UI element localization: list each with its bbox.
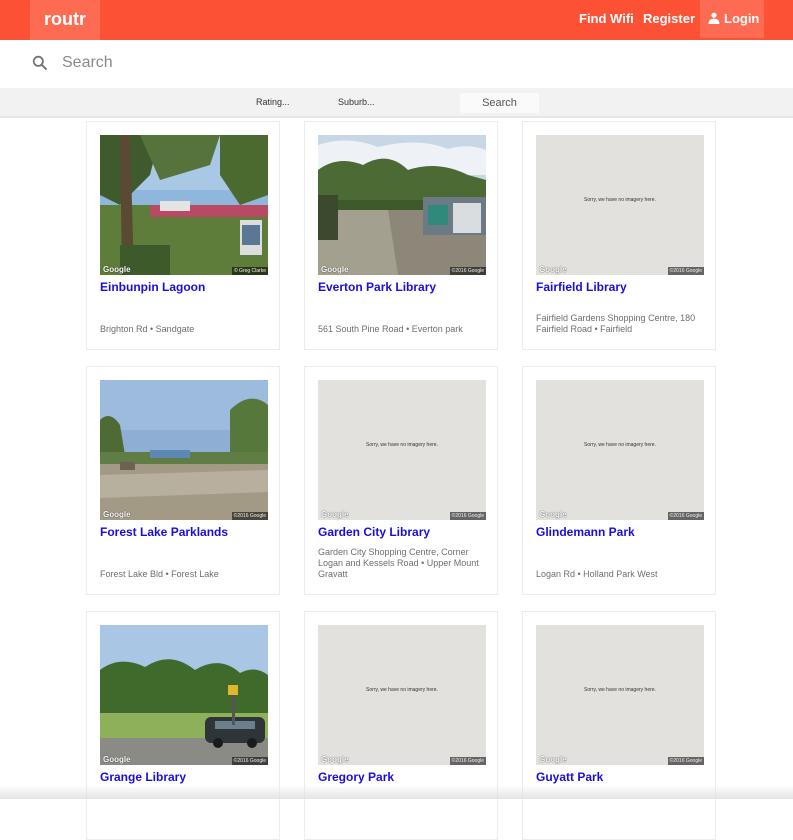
place-card[interactable]: Sorry, we have no imagery here. Google ©…	[522, 121, 716, 350]
place-name[interactable]: Fairfield Library	[536, 280, 627, 294]
place-address: Forest Lake Bld • Forest Lake	[100, 569, 219, 579]
street-view-image: Google © Greg Clarke	[100, 135, 268, 275]
imagery-copyright: ©2016 Google	[449, 267, 486, 275]
imagery-brand: Google	[103, 265, 131, 274]
no-imagery-message: Sorry, we have no imagery here.	[366, 442, 438, 448]
street-view-image: Google ©2016 Google	[100, 625, 268, 765]
place-card[interactable]: Sorry, we have no imagery here. Google ©…	[522, 611, 716, 840]
search-button[interactable]: Search	[460, 93, 539, 113]
street-view-image: Sorry, we have no imagery here. Google ©…	[536, 380, 704, 520]
place-card[interactable]: Google © Greg Clarke Einbunpin Lagoon Br…	[86, 121, 280, 350]
imagery-brand: Google	[539, 265, 567, 274]
login-label: Login	[724, 11, 760, 26]
street-view-image: Sorry, we have no imagery here. Google ©…	[536, 135, 704, 275]
user-icon	[708, 12, 720, 24]
imagery-brand: Google	[321, 755, 349, 764]
street-view-image: Google ©2016 Google	[100, 380, 268, 520]
imagery-copyright: ©2016 Google	[449, 512, 486, 520]
imagery-copyright: ©2016 Google	[231, 512, 268, 520]
imagery-copyright: © Greg Clarke	[231, 267, 268, 275]
imagery-copyright: ©2016 Google	[667, 267, 704, 275]
suburb-filter[interactable]: Suburb...	[338, 97, 375, 107]
place-name[interactable]: Glindemann Park	[536, 525, 635, 539]
find-wifi-link[interactable]: Find Wifi	[579, 0, 634, 38]
place-card[interactable]: Google ©2016 Google Grange Library	[86, 611, 280, 840]
bottom-fade	[0, 785, 793, 799]
place-name[interactable]: Forest Lake Parklands	[100, 525, 228, 539]
street-view-image: Google ©2016 Google	[318, 135, 486, 275]
imagery-brand: Google	[321, 265, 349, 274]
place-name[interactable]: Grange Library	[100, 770, 186, 784]
no-imagery-message: Sorry, we have no imagery here.	[366, 687, 438, 693]
place-card[interactable]: Google ©2016 Google Forest Lake Parkland…	[86, 366, 280, 595]
imagery-brand: Google	[539, 755, 567, 764]
place-name[interactable]: Garden City Library	[318, 525, 430, 539]
place-address: Logan Rd • Holland Park West	[536, 569, 658, 579]
imagery-copyright: ©2016 Google	[667, 757, 704, 765]
place-name[interactable]: Guyatt Park	[536, 770, 603, 784]
imagery-copyright: ©2016 Google	[231, 757, 268, 765]
place-card[interactable]: Sorry, we have no imagery here. Google ©…	[304, 611, 498, 840]
street-view-image: Sorry, we have no imagery here. Google ©…	[318, 380, 486, 520]
imagery-brand: Google	[103, 755, 131, 764]
place-name[interactable]: Everton Park Library	[318, 280, 436, 294]
no-imagery-message: Sorry, we have no imagery here.	[584, 687, 656, 693]
place-card[interactable]: Sorry, we have no imagery here. Google ©…	[304, 366, 498, 595]
top-nav-bar: routr Find Wifi Register Login	[0, 0, 793, 40]
street-view-image: Sorry, we have no imagery here. Google ©…	[318, 625, 486, 765]
place-name[interactable]: Einbunpin Lagoon	[100, 280, 205, 294]
search-icon	[32, 55, 48, 71]
login-button[interactable]: Login	[700, 0, 764, 38]
rating-filter[interactable]: Rating...	[256, 97, 290, 107]
place-card[interactable]: Google ©2016 Google Everton Park Library…	[304, 121, 498, 350]
place-name[interactable]: Gregory Park	[318, 770, 394, 784]
search-input[interactable]	[62, 50, 662, 76]
no-imagery-message: Sorry, we have no imagery here.	[584, 442, 656, 448]
place-address: Garden City Shopping Centre, Corner Loga…	[318, 547, 479, 579]
street-view-image: Sorry, we have no imagery here. Google ©…	[536, 625, 704, 765]
imagery-brand: Google	[321, 510, 349, 519]
place-card[interactable]: Sorry, we have no imagery here. Google ©…	[522, 366, 716, 595]
imagery-brand: Google	[539, 510, 567, 519]
filter-bar	[0, 88, 793, 118]
register-link[interactable]: Register	[643, 0, 695, 38]
imagery-brand: Google	[103, 510, 131, 519]
logo[interactable]: routr	[30, 0, 100, 40]
place-address: 561 South Pine Road • Everton park	[318, 324, 463, 334]
imagery-copyright: ©2016 Google	[667, 512, 704, 520]
place-address: Brighton Rd • Sandgate	[100, 324, 195, 334]
place-address: Fairfield Gardens Shopping Centre, 180 F…	[536, 313, 696, 334]
imagery-copyright: ©2016 Google	[449, 757, 486, 765]
no-imagery-message: Sorry, we have no imagery here.	[584, 197, 656, 203]
